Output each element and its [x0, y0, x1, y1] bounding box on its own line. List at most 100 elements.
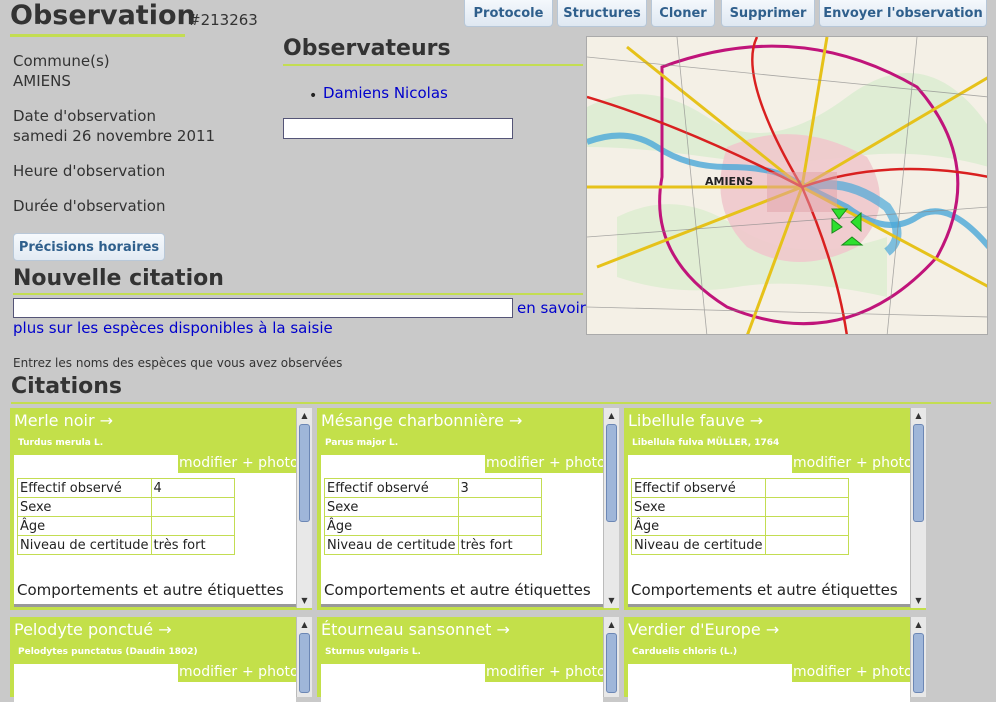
card-scrollbar[interactable]: ▲ — [603, 617, 619, 697]
details-table: Effectif observé Sexe Âge Niveau de cert… — [631, 478, 849, 555]
sexe-value — [457, 497, 542, 517]
species-name[interactable]: Verdier d'Europe → — [628, 620, 779, 639]
map-city-label: AMIENS — [705, 175, 753, 188]
observers-underline — [283, 64, 583, 66]
learn-more-link-continued[interactable]: plus sur les espèces disponibles à la sa… — [13, 319, 333, 337]
observer-bullet: • — [309, 88, 318, 104]
scroll-thumb[interactable] — [913, 424, 924, 522]
comportements-label: Comportements et autre étiquettes — [631, 581, 898, 599]
card-scrollbar[interactable]: ▲ ▼ — [296, 408, 312, 608]
commune-value: AMIENS — [13, 72, 71, 90]
scroll-down-icon[interactable]: ▼ — [606, 595, 617, 606]
scroll-up-icon[interactable]: ▲ — [606, 410, 617, 421]
date-value: samedi 26 novembre 2011 — [13, 127, 216, 145]
supprimer-button[interactable]: Supprimer — [721, 0, 815, 27]
add-photo-link[interactable]: + photo — [549, 455, 606, 471]
card-scrollbar[interactable]: ▲ — [296, 617, 312, 697]
observer-link[interactable]: Damiens Nicolas — [323, 84, 448, 102]
add-photo-link[interactable]: + photo — [242, 664, 299, 680]
scroll-thumb[interactable] — [299, 633, 310, 693]
citation-card[interactable]: Mésange charbonnière → Parus major L. mo… — [317, 408, 619, 610]
scroll-down-icon[interactable]: ▼ — [299, 595, 310, 606]
card-details — [321, 682, 603, 702]
modifier-link[interactable]: modifier — [179, 455, 237, 471]
card-details — [628, 682, 910, 702]
observation-map[interactable]: AMIENS — [586, 36, 988, 335]
date-label: Date d'observation — [13, 107, 156, 125]
effectif-label: Effectif observé — [17, 478, 152, 498]
modifier-link[interactable]: modifier — [179, 664, 237, 680]
card-scrollbar[interactable]: ▲ ▼ — [603, 408, 619, 608]
certitude-label: Niveau de certitude — [17, 535, 152, 555]
species-name[interactable]: Étourneau sansonnet → — [321, 620, 510, 639]
details-table: Effectif observé 3 Sexe Âge Niveau de cer… — [324, 478, 542, 555]
scroll-up-icon[interactable]: ▲ — [299, 619, 310, 630]
citations-underline — [11, 402, 991, 404]
effectif-value: 3 — [457, 478, 542, 498]
add-photo-link[interactable]: + photo — [856, 664, 913, 680]
scroll-down-icon[interactable]: ▼ — [913, 595, 924, 606]
certitude-label: Niveau de certitude — [324, 535, 459, 555]
certitude-value: très fort — [150, 535, 235, 555]
add-photo-link[interactable]: + photo — [242, 455, 299, 471]
heure-label: Heure d'observation — [13, 162, 166, 180]
add-photo-link[interactable]: + photo — [856, 455, 913, 471]
structures-button[interactable]: Structures — [557, 0, 647, 27]
effectif-value: 4 — [150, 478, 235, 498]
precisions-horaires-button[interactable]: Précisions horaires — [13, 233, 165, 261]
modifier-link[interactable]: modifier — [486, 455, 544, 471]
age-label: Âge — [631, 516, 766, 536]
scroll-thumb[interactable] — [913, 633, 924, 693]
modifier-link[interactable]: modifier — [793, 455, 851, 471]
citation-card[interactable]: Pelodyte ponctué → Pelodytes punctatus (… — [10, 617, 312, 702]
observer-input[interactable] — [283, 118, 513, 139]
scientific-name: Parus major L. — [325, 438, 399, 448]
observation-id: #213263 — [188, 11, 258, 29]
species-name[interactable]: Mésange charbonnière → — [321, 411, 522, 430]
age-label: Âge — [324, 516, 459, 536]
citation-card[interactable]: Étourneau sansonnet → Sturnus vulgaris L… — [317, 617, 619, 702]
card-details: Effectif observé Sexe Âge Niveau de cert… — [628, 473, 910, 607]
card-details: Effectif observé 4 Sexe Âge Niveau de cer… — [14, 473, 296, 607]
age-label: Âge — [17, 516, 152, 536]
cloner-button[interactable]: Cloner — [651, 0, 715, 27]
card-scrollbar[interactable]: ▲ — [910, 617, 926, 697]
card-details: Effectif observé 3 Sexe Âge Niveau de cer… — [321, 473, 603, 607]
scroll-up-icon[interactable]: ▲ — [299, 410, 310, 421]
card-scrollbar[interactable]: ▲ ▼ — [910, 408, 926, 608]
scroll-thumb[interactable] — [606, 633, 617, 693]
effectif-value — [764, 478, 849, 498]
add-photo-link[interactable]: + photo — [549, 664, 606, 680]
protocole-button[interactable]: Protocole — [464, 0, 553, 27]
learn-more-link[interactable]: en savoir — [517, 299, 586, 317]
scroll-up-icon[interactable]: ▲ — [606, 619, 617, 630]
comportements-label: Comportements et autre étiquettes — [17, 581, 284, 599]
species-input[interactable] — [13, 298, 513, 318]
scientific-name: Carduelis chloris (L.) — [632, 647, 738, 657]
citation-card[interactable]: Merle noir → Turdus merula L. modifier +… — [10, 408, 312, 610]
sexe-label: Sexe — [324, 497, 459, 517]
citation-card[interactable]: Libellule fauve → Libellula fulva MÜLLER… — [624, 408, 926, 610]
envoyer-observation-button[interactable]: Envoyer l'observation — [819, 0, 987, 27]
citation-card[interactable]: Verdier d'Europe → Carduelis chloris (L.… — [624, 617, 926, 702]
scroll-thumb[interactable] — [606, 424, 617, 522]
scroll-up-icon[interactable]: ▲ — [913, 410, 924, 421]
modifier-link[interactable]: modifier — [486, 664, 544, 680]
scroll-up-icon[interactable]: ▲ — [913, 619, 924, 630]
scroll-thumb[interactable] — [299, 424, 310, 522]
nouvelle-citation-underline — [13, 293, 583, 295]
sexe-value — [150, 497, 235, 517]
details-table: Effectif observé 4 Sexe Âge Niveau de cer… — [17, 478, 235, 555]
duree-label: Durée d'observation — [13, 197, 166, 215]
page-title: Observation — [10, 0, 196, 31]
modifier-link[interactable]: modifier — [793, 664, 851, 680]
card-details — [14, 682, 296, 702]
species-name[interactable]: Pelodyte ponctué → — [14, 620, 172, 639]
species-name[interactable]: Merle noir → — [14, 411, 113, 430]
certitude-value — [764, 535, 849, 555]
certitude-value: très fort — [457, 535, 542, 555]
card-field — [628, 455, 792, 473]
card-field — [628, 664, 792, 682]
species-name[interactable]: Libellule fauve → — [628, 411, 763, 430]
age-value — [457, 516, 542, 536]
